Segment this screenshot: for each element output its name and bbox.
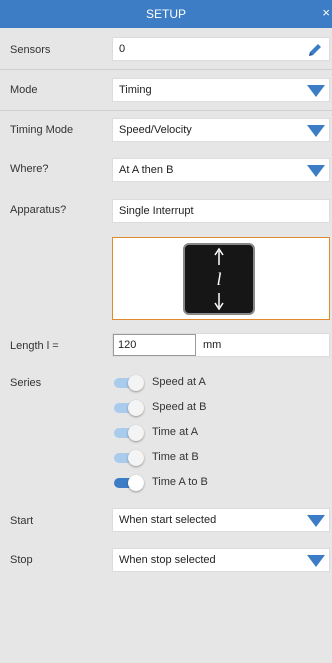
where-label: Where? bbox=[10, 163, 49, 175]
toggle-knob bbox=[128, 475, 144, 491]
stop-select[interactable]: When stop selected bbox=[112, 548, 330, 572]
apparatus-value: Single Interrupt bbox=[119, 205, 194, 217]
apparatus-label: Apparatus? bbox=[10, 204, 67, 216]
dropdown-triangle-icon[interactable] bbox=[307, 85, 325, 97]
page-title: SETUP bbox=[145, 7, 186, 21]
toggle-speed-at-b[interactable] bbox=[114, 400, 144, 416]
mode-label: Mode bbox=[10, 84, 38, 96]
toggle-knob bbox=[128, 450, 144, 466]
series-item-label: Time at B bbox=[152, 451, 199, 463]
series-label: Series bbox=[10, 377, 42, 389]
toggle-knob bbox=[128, 425, 144, 441]
toggle-speed-at-a[interactable] bbox=[114, 375, 144, 391]
length-unit: mm bbox=[203, 339, 222, 351]
light-gate-icon: l bbox=[183, 243, 255, 315]
toggle-time-a-to-b[interactable] bbox=[114, 475, 144, 491]
toggle-time-at-a[interactable] bbox=[114, 425, 144, 441]
close-icon[interactable]: × bbox=[322, 0, 330, 26]
toggle-time-at-b[interactable] bbox=[114, 450, 144, 466]
mode-select[interactable]: Timing bbox=[112, 78, 330, 102]
sensors-label: Sensors bbox=[10, 44, 51, 56]
dropdown-triangle-icon[interactable] bbox=[307, 125, 325, 137]
timing-mode-value: Speed/Velocity bbox=[119, 124, 192, 136]
toggle-knob bbox=[128, 375, 144, 391]
sensors-field[interactable]: 0 bbox=[112, 37, 330, 61]
divider bbox=[0, 69, 332, 70]
apparatus-diagram: l bbox=[112, 237, 330, 320]
where-value: At A then B bbox=[119, 164, 174, 176]
divider bbox=[0, 110, 332, 111]
length-symbol: l bbox=[216, 269, 221, 289]
toggle-knob bbox=[128, 400, 144, 416]
timing-mode-label: Timing Mode bbox=[10, 124, 74, 136]
series-item-label: Time A to B bbox=[152, 476, 208, 488]
series-item-label: Speed at B bbox=[152, 401, 207, 413]
setup-header: SETUP × bbox=[0, 0, 332, 28]
start-value: When start selected bbox=[119, 514, 217, 526]
mode-value: Timing bbox=[119, 84, 152, 96]
interrupt-arrows-icon: l bbox=[214, 247, 224, 311]
pencil-icon[interactable] bbox=[307, 42, 323, 58]
timing-mode-select[interactable]: Speed/Velocity bbox=[112, 118, 330, 142]
where-select[interactable]: At A then B bbox=[112, 158, 330, 182]
sensors-value: 0 bbox=[119, 43, 126, 55]
length-input[interactable] bbox=[113, 334, 196, 356]
start-select[interactable]: When start selected bbox=[112, 508, 330, 532]
start-label: Start bbox=[10, 515, 34, 527]
series-item-label: Time at A bbox=[152, 426, 199, 438]
dropdown-triangle-icon[interactable] bbox=[307, 555, 325, 567]
apparatus-field[interactable]: Single Interrupt bbox=[112, 199, 330, 223]
series-item-label: Speed at A bbox=[152, 376, 206, 388]
dropdown-triangle-icon[interactable] bbox=[307, 165, 325, 177]
stop-label: Stop bbox=[10, 554, 33, 566]
dropdown-triangle-icon[interactable] bbox=[307, 515, 325, 527]
length-row: mm bbox=[112, 333, 330, 357]
stop-value: When stop selected bbox=[119, 554, 216, 566]
length-label: Length l = bbox=[10, 340, 59, 352]
